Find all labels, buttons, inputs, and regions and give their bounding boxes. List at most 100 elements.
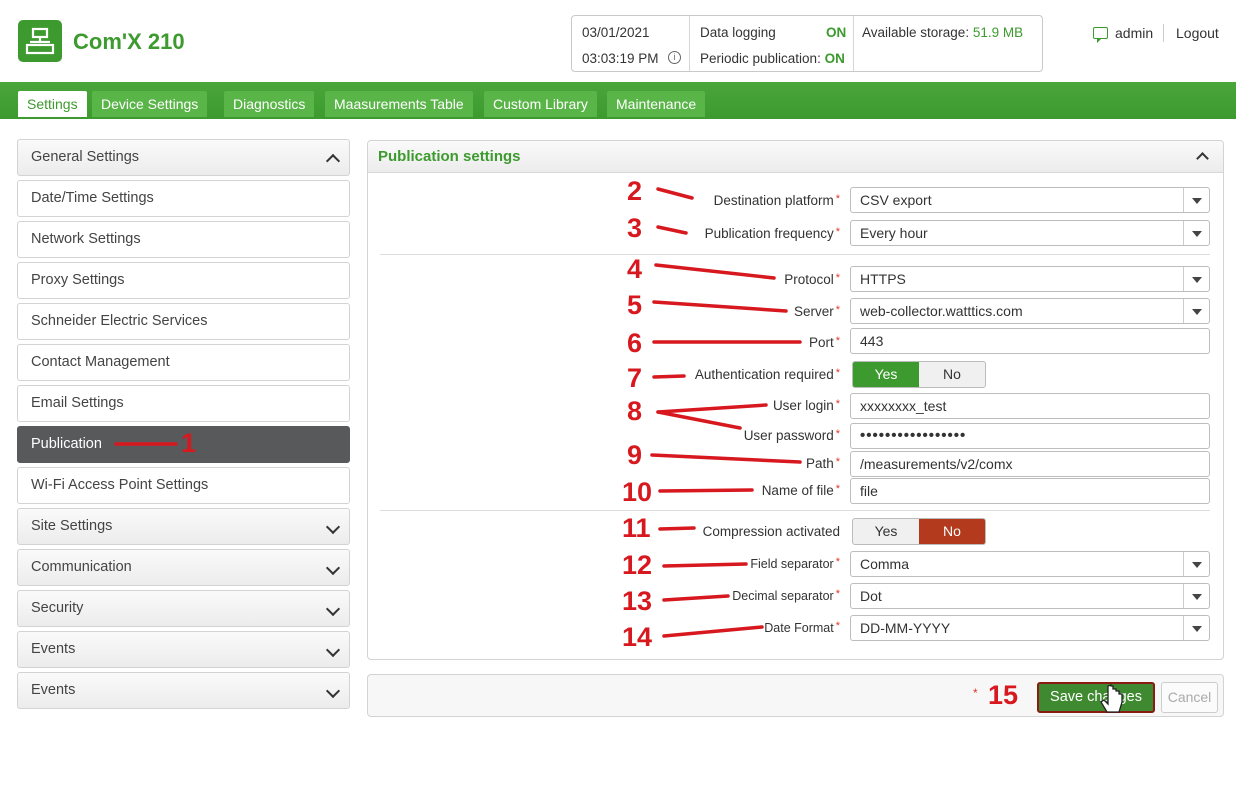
sidebar-item-proxy[interactable]: Proxy Settings: [17, 262, 350, 299]
dropdown-arrow-icon[interactable]: [1183, 616, 1209, 640]
logout-link[interactable]: Logout: [1176, 25, 1219, 41]
app-logo-icon: [18, 20, 62, 62]
compression-yes-option[interactable]: Yes: [853, 519, 919, 544]
chevron-down-icon: [325, 560, 341, 576]
dropdown-arrow-icon[interactable]: [1183, 552, 1209, 576]
tab-device-settings[interactable]: Device Settings: [92, 91, 208, 117]
sidebar-item-general-settings[interactable]: General Settings: [17, 139, 350, 176]
dropdown-arrow-icon[interactable]: [1183, 221, 1209, 245]
publication-frequency-select[interactable]: Every hour: [850, 220, 1210, 246]
sidebar-item-label: Communication: [31, 559, 132, 575]
annotation-15: 15: [988, 680, 1019, 710]
storage-label: Available storage:: [862, 25, 970, 40]
path-input[interactable]: /measurements/v2/comx: [850, 451, 1210, 477]
sidebar-item-wifi-ap[interactable]: Wi-Fi Access Point Settings: [17, 467, 350, 504]
sidebar-item-label: Security: [31, 600, 84, 616]
port-input[interactable]: 443: [850, 328, 1210, 354]
panel-header[interactable]: Publication settings: [368, 141, 1223, 173]
sidebar-item-label: Events: [31, 641, 76, 657]
form-footer: * Save changes Cancel: [367, 674, 1224, 717]
user-name-link[interactable]: admin: [1115, 25, 1153, 41]
chevron-down-icon: [325, 519, 341, 535]
annotation-13: 13: [622, 586, 653, 616]
decimal-separator-label: Decimal separator *: [732, 588, 840, 603]
protocol-label: Protocol *: [784, 272, 840, 287]
tab-custom-library[interactable]: Custom Library: [484, 91, 597, 117]
sidebar-item-schneider-services[interactable]: Schneider Electric Services: [17, 303, 350, 340]
annotation-5: 5: [627, 290, 643, 320]
storage-status: Available storage: 51.9 MB: [862, 25, 1023, 40]
file-name-input[interactable]: file: [850, 478, 1210, 504]
chevron-down-icon: [325, 683, 341, 699]
chevron-down-icon: [325, 642, 341, 658]
dropdown-arrow-icon[interactable]: [1183, 299, 1209, 323]
sidebar-item-label: Network Settings: [31, 231, 141, 247]
sidebar-item-label: Publication: [31, 436, 102, 452]
status-time: 03:03:19 PM: [582, 51, 659, 66]
user-password-label: User password *: [743, 428, 840, 443]
tab-maintenance[interactable]: Maintenance: [607, 91, 706, 117]
storage-value: 51.9 MB: [972, 25, 1024, 40]
sidebar-item-date-time[interactable]: Date/Time Settings: [17, 180, 350, 217]
date-format-select[interactable]: DD-MM-YYYY: [850, 615, 1210, 641]
field-separator-select[interactable]: Comma: [850, 551, 1210, 577]
sidebar-item-events-2[interactable]: Events: [17, 672, 350, 709]
user-login-input[interactable]: xxxxxxxx_test: [850, 393, 1210, 419]
dropdown-arrow-icon[interactable]: [1183, 188, 1209, 212]
dropdown-arrow-icon[interactable]: [1183, 584, 1209, 608]
decimal-separator-select[interactable]: Dot: [850, 583, 1210, 609]
sidebar-item-events[interactable]: Events: [17, 631, 350, 668]
sidebar-item-label: Events: [31, 682, 76, 698]
tab-diagnostics[interactable]: Diagnostics: [224, 91, 315, 117]
protocol-select[interactable]: HTTPS: [850, 266, 1210, 292]
sidebar-item-label: Proxy Settings: [31, 272, 125, 288]
cancel-button[interactable]: Cancel: [1161, 682, 1218, 713]
authentication-label: Authentication required *: [694, 367, 840, 382]
panel-title: Publication settings: [378, 148, 521, 165]
annotation-10: 10: [622, 477, 653, 507]
sidebar-item-contact-management[interactable]: Contact Management: [17, 344, 350, 381]
sidebar-item-label: Contact Management: [31, 354, 170, 370]
sidebar-item-site-settings[interactable]: Site Settings: [17, 508, 350, 545]
dropdown-arrow-icon[interactable]: [1183, 267, 1209, 291]
server-label: Server *: [793, 304, 840, 319]
sidebar-item-communication[interactable]: Communication: [17, 549, 350, 586]
annotation-3: 3: [627, 213, 643, 243]
annotation-4: 4: [627, 254, 643, 284]
section-divider: [380, 510, 1210, 511]
path-label: Path *: [805, 456, 840, 471]
periodic-publication-value: ON: [824, 51, 845, 66]
sidebar-item-label: General Settings: [31, 149, 140, 165]
auth-yes-option[interactable]: Yes: [853, 362, 919, 387]
destination-platform-select[interactable]: CSV export: [850, 187, 1210, 213]
main-tab-bar: Settings Device Settings Diagnostics Maa…: [0, 82, 1236, 119]
tab-settings[interactable]: Settings: [18, 91, 87, 117]
sidebar-item-label: Site Settings: [31, 518, 113, 534]
data-logging-value: ON: [826, 25, 847, 40]
required-marker: *: [973, 686, 978, 700]
sidebar-item-label: Wi-Fi Access Point Settings: [31, 477, 209, 493]
auth-no-option[interactable]: No: [919, 362, 985, 387]
annotation-1: 1: [181, 428, 197, 458]
status-panel: 03/01/2021 03:03:19 PM i Data logging ON…: [571, 15, 1043, 72]
compression-label: Compression activated: [702, 524, 840, 539]
section-divider: [380, 254, 1210, 255]
tab-measurements-table[interactable]: Maasurements Table: [325, 91, 473, 117]
user-password-input[interactable]: •••••••••••••••••: [850, 423, 1210, 449]
header-divider: [1163, 24, 1164, 42]
authentication-toggle[interactable]: Yes No: [852, 361, 986, 388]
annotation-9: 9: [627, 440, 643, 470]
chevron-down-icon: [325, 601, 341, 617]
server-select[interactable]: web-collector.watttics.com: [850, 298, 1210, 324]
save-changes-button[interactable]: Save changes: [1037, 682, 1155, 713]
sidebar-item-security[interactable]: Security: [17, 590, 350, 627]
chevron-up-icon[interactable]: [1196, 152, 1209, 165]
field-separator-label: Field separator *: [750, 556, 840, 571]
annotation-6: 6: [627, 328, 643, 358]
sidebar-item-email[interactable]: Email Settings: [17, 385, 350, 422]
compression-no-option[interactable]: No: [919, 519, 985, 544]
info-icon[interactable]: i: [668, 51, 681, 64]
sidebar-item-network[interactable]: Network Settings: [17, 221, 350, 258]
compression-toggle[interactable]: Yes No: [852, 518, 986, 545]
destination-platform-label: Destination platform *: [713, 193, 840, 208]
